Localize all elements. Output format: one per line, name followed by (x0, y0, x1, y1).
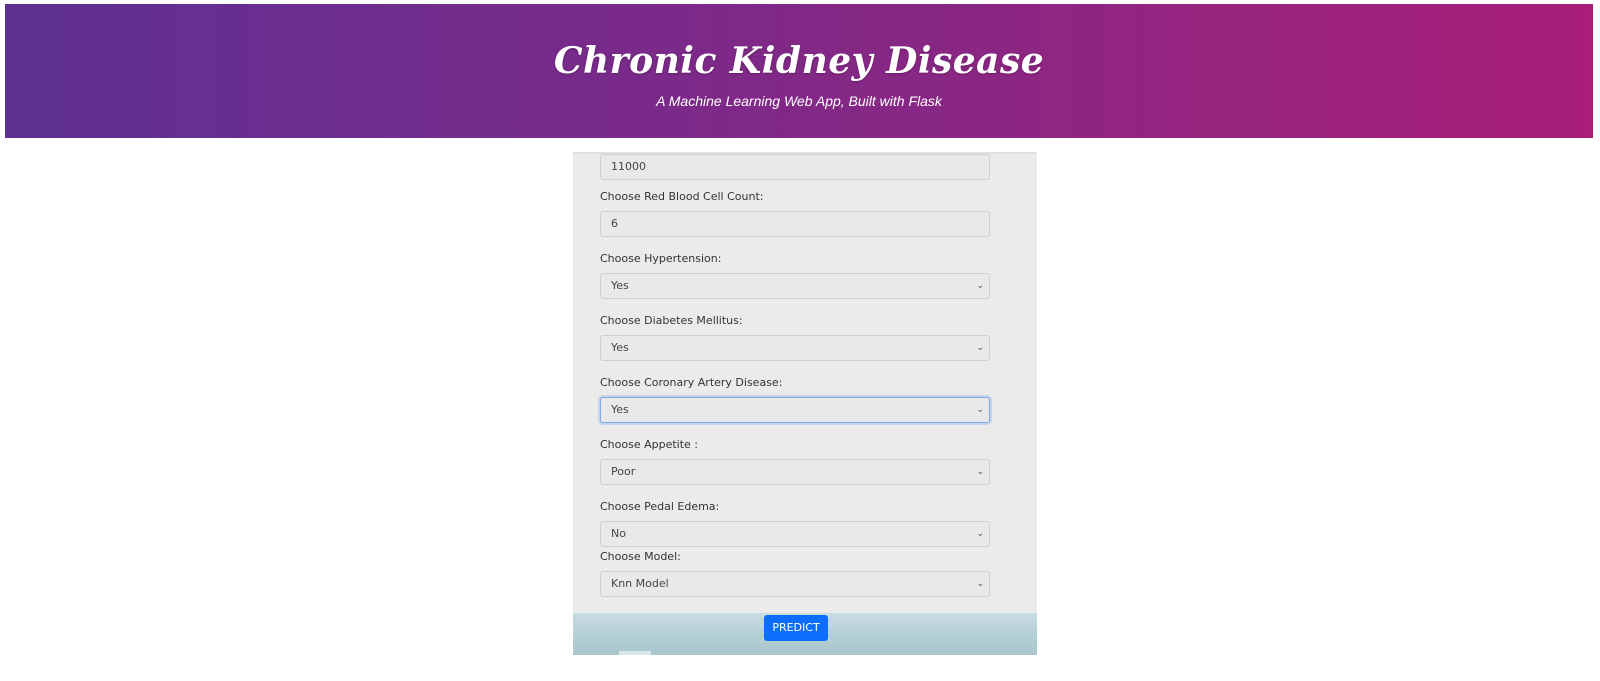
chevron-down-icon: ⌄ (976, 467, 984, 477)
coronary-artery-disease-select[interactable]: Yes ⌄ (600, 397, 990, 423)
prediction-form: 11000 Choose Red Blood Cell Count: 6 Cho… (573, 152, 1037, 617)
appetite-label: Choose Appetite : (600, 438, 699, 451)
form-footer: PREDICT (573, 613, 1037, 655)
pedal-edema-value: No (611, 527, 626, 540)
footer-decoration (619, 651, 651, 655)
page-title: Chronic Kidney Disease (553, 40, 1045, 82)
chevron-down-icon: ⌄ (976, 529, 984, 539)
chevron-down-icon: ⌄ (976, 281, 984, 291)
white-blood-cell-count-value: 11000 (611, 160, 646, 173)
predict-button[interactable]: PREDICT (764, 615, 828, 641)
hypertension-label: Choose Hypertension: (600, 252, 722, 265)
pedal-edema-select[interactable]: No ⌄ (600, 521, 990, 547)
model-value: Knn Model (611, 577, 669, 590)
chevron-down-icon: ⌄ (976, 579, 984, 589)
model-label: Choose Model: (600, 550, 681, 563)
app-header: Chronic Kidney Disease A Machine Learnin… (5, 4, 1593, 138)
hypertension-select[interactable]: Yes ⌄ (600, 273, 990, 299)
chevron-down-icon: ⌄ (976, 343, 984, 353)
diabetes-mellitus-select[interactable]: Yes ⌄ (600, 335, 990, 361)
chevron-down-icon: ⌄ (976, 405, 984, 415)
appetite-select[interactable]: Poor ⌄ (600, 459, 990, 485)
appetite-value: Poor (611, 465, 636, 478)
coronary-artery-disease-label: Choose Coronary Artery Disease: (600, 376, 783, 389)
model-select[interactable]: Knn Model ⌄ (600, 571, 990, 597)
red-blood-cell-count-input[interactable]: 6 (600, 211, 990, 237)
diabetes-mellitus-value: Yes (611, 341, 629, 354)
white-blood-cell-count-input[interactable]: 11000 (600, 154, 990, 180)
pedal-edema-label: Choose Pedal Edema: (600, 500, 720, 513)
red-blood-cell-count-label: Choose Red Blood Cell Count: (600, 190, 764, 203)
red-blood-cell-count-value: 6 (611, 217, 618, 230)
coronary-artery-disease-value: Yes (611, 403, 629, 416)
diabetes-mellitus-label: Choose Diabetes Mellitus: (600, 314, 743, 327)
page-subtitle: A Machine Learning Web App, Built with F… (656, 93, 942, 109)
hypertension-value: Yes (611, 279, 629, 292)
